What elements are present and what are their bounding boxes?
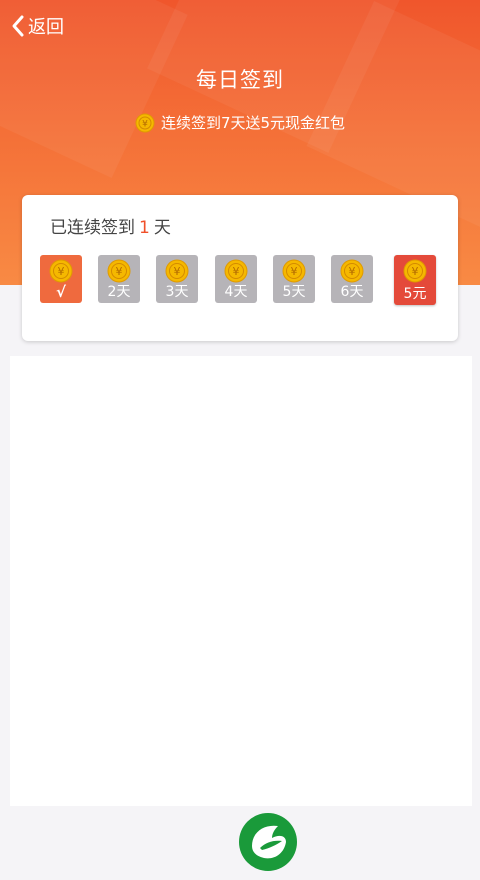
checkin-card: 已连续签到 1 天 ¥ √ ¥ 2天 ¥ 3天 ¥ 4天 ¥ 5天 ¥ 6天 ¥… [22, 195, 458, 341]
red-envelope-coin-icon: ¥ [403, 259, 427, 283]
coin-icon: ¥ [107, 259, 131, 283]
coin-icon: ¥ [49, 259, 73, 283]
coin-icon: ¥ [224, 259, 248, 283]
content-panel [10, 356, 472, 806]
back-button[interactable]: 返回 [10, 12, 64, 40]
day-3-tile[interactable]: ¥ 3天 [156, 255, 198, 303]
svg-text:¥: ¥ [142, 119, 148, 129]
day-label: 6天 [340, 284, 364, 300]
svg-text:¥: ¥ [174, 265, 181, 278]
day-1-tile[interactable]: ¥ √ [40, 255, 82, 303]
subtitle-text: 连续签到7天送5元现金红包 [160, 114, 346, 132]
day-2-tile[interactable]: ¥ 2天 [98, 255, 140, 303]
coin-icon: ¥ [282, 259, 306, 283]
day-label: 4天 [224, 284, 248, 300]
coin-icon: ¥ [340, 259, 364, 283]
day-7-red-envelope[interactable]: ¥ 5元 [394, 255, 436, 305]
streak-prefix: 已连续签到 [50, 218, 135, 238]
day-label: √ [55, 283, 66, 301]
svg-text:¥: ¥ [116, 265, 123, 278]
chevron-left-icon [12, 15, 24, 37]
day-label: 5天 [282, 284, 306, 300]
reward-subtitle: ¥ 连续签到7天送5元现金红包 [0, 112, 480, 133]
coin-icon: ¥ [165, 259, 189, 283]
svg-text:¥: ¥ [291, 265, 298, 278]
streak-text: 已连续签到 1 天 [50, 213, 171, 238]
back-label: 返回 [28, 17, 64, 38]
streak-suffix: 天 [153, 218, 171, 238]
svg-text:¥: ¥ [412, 265, 419, 278]
day-label: 2天 [107, 284, 131, 300]
svg-text:¥: ¥ [233, 265, 240, 278]
day-4-tile[interactable]: ¥ 4天 [215, 255, 257, 303]
day-6-tile[interactable]: ¥ 6天 [331, 255, 373, 303]
day-label: 3天 [165, 284, 189, 300]
streak-count: 1 [139, 218, 150, 238]
day-5-tile[interactable]: ¥ 5天 [273, 255, 315, 303]
leaf-logo-icon [239, 813, 297, 871]
page-title: 每日签到 [196, 68, 284, 92]
svg-text:¥: ¥ [349, 265, 356, 278]
svg-text:¥: ¥ [58, 265, 65, 278]
day-label: 5元 [403, 286, 427, 302]
coin-icon: ¥ [135, 113, 155, 132]
